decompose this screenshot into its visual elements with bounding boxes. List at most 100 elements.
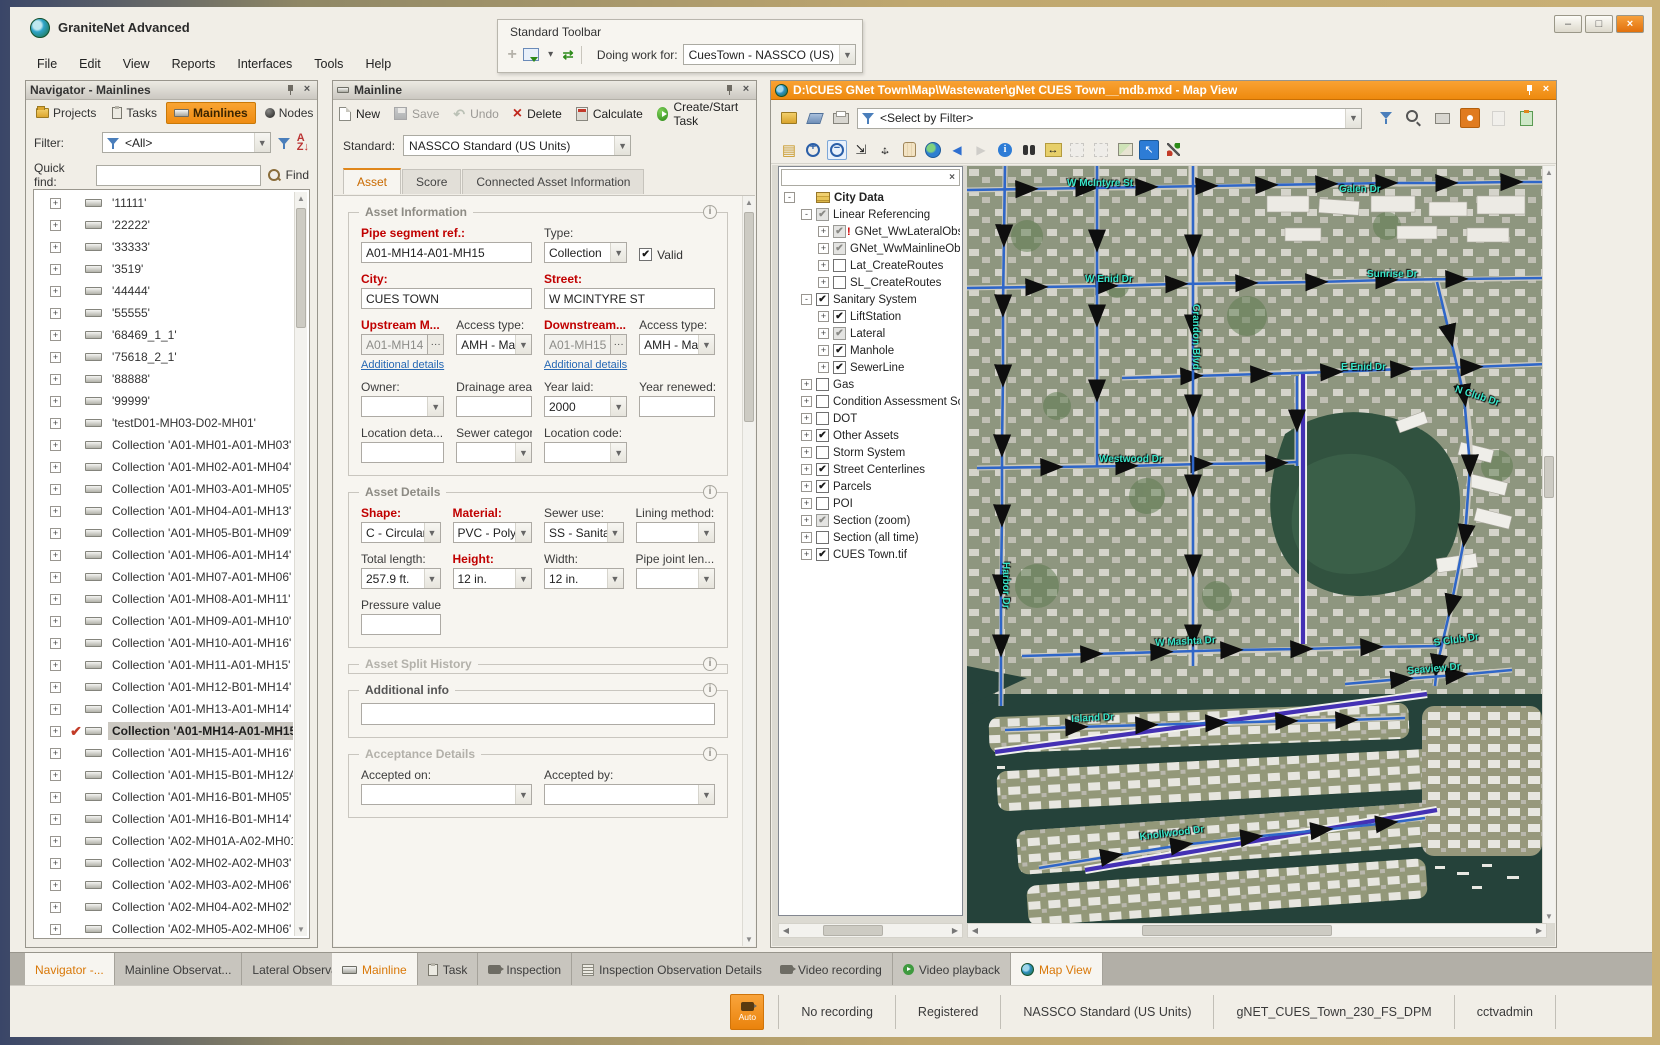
upstream-access-select[interactable]: AMH - Mar▼ (456, 334, 532, 355)
expand-icon[interactable]: + (50, 308, 61, 319)
select-by-filter-combo[interactable]: <Select by Filter> ▼ (857, 108, 1362, 129)
list-item[interactable]: + ✔ '88888' (36, 368, 293, 390)
workspace-icon[interactable] (523, 46, 539, 64)
layer-item[interactable]: + ! DOT (781, 410, 960, 427)
pressure-field[interactable] (361, 614, 441, 635)
layer-checkbox[interactable] (816, 548, 829, 561)
layer-item[interactable]: + ! Section (all time) (781, 529, 960, 546)
list-item[interactable]: + ✔ Collection 'A02-MH02-A02-MH03' (36, 852, 293, 874)
layer-checkbox[interactable] (833, 276, 846, 289)
list-item[interactable]: + ✔ 'testD01-MH03-D02-MH01' (36, 412, 293, 434)
expand-icon[interactable]: + (801, 379, 812, 390)
expand-icon[interactable]: + (50, 770, 61, 781)
bottom-tab[interactable]: Map View (1011, 953, 1102, 986)
expand-icon[interactable]: + (50, 440, 61, 451)
list-item[interactable]: + ✔ '68469_1_1' (36, 324, 293, 346)
expand-icon[interactable]: + (818, 362, 829, 373)
refresh-map-icon[interactable] (805, 108, 825, 128)
list-item[interactable]: + ✔ Collection 'A01-MH16-B01-MH14' (36, 808, 293, 830)
full-extent-icon[interactable] (875, 140, 895, 160)
list-item[interactable]: + ✔ Collection 'A02-MH05-A02-MH06' (36, 918, 293, 936)
downstream-access-select[interactable]: AMH - Mar▼ (639, 334, 715, 355)
navigator-tab[interactable]: Tasks (105, 103, 164, 123)
inspection-view-icon[interactable] (1460, 108, 1480, 128)
layer-item[interactable]: + ! SL_CreateRoutes (781, 274, 960, 291)
layer-checkbox[interactable] (816, 463, 829, 476)
expand-icon[interactable]: + (50, 726, 61, 737)
search-icon[interactable] (267, 168, 280, 182)
forward-icon[interactable] (971, 140, 991, 160)
downstream-field[interactable]: A01-MH15··· (544, 334, 627, 355)
close-button[interactable]: × (1616, 15, 1644, 33)
list-item[interactable]: + ✔ '3519' (36, 258, 293, 280)
expand-icon[interactable]: + (50, 550, 61, 561)
layer-checkbox[interactable] (833, 242, 846, 255)
expand-icon[interactable]: + (50, 506, 61, 517)
layer-item[interactable]: + ! Parcels (781, 478, 960, 495)
expand-icon[interactable]: + (50, 924, 61, 935)
layer-item[interactable]: + ! GNet_WwLateralObser (781, 223, 960, 240)
layer-item[interactable]: - ! Sanitary System (781, 291, 960, 308)
expand-icon[interactable]: + (50, 682, 61, 693)
expand-icon[interactable]: + (801, 481, 812, 492)
navigator-tab[interactable]: Mainlines (166, 102, 256, 124)
type-select[interactable]: Collection▼ (544, 242, 627, 263)
drainage-field[interactable] (456, 396, 532, 417)
layer-item[interactable]: + ! Lateral (781, 325, 960, 342)
expand-icon[interactable]: + (50, 242, 61, 253)
layer-item[interactable]: + ! POI (781, 495, 960, 512)
list-item[interactable]: + ✔ Collection 'A01-MH15-B01-MH12A' (36, 764, 293, 786)
navigator-tab[interactable]: Projects (29, 103, 103, 123)
accepted-on-field[interactable]: ▼ (361, 784, 532, 805)
expand-icon[interactable]: - (801, 209, 812, 220)
layer-checkbox[interactable] (816, 446, 829, 459)
additional-details-link[interactable]: Additional details (361, 359, 444, 371)
location-details-field[interactable] (361, 442, 444, 463)
list-item[interactable]: + ✔ '22222' (36, 214, 293, 236)
expand-icon[interactable]: + (50, 704, 61, 715)
close-icon[interactable]: × (945, 172, 959, 183)
quick-find-input[interactable] (96, 165, 261, 186)
list-item[interactable]: + ✔ '11111' (36, 192, 293, 214)
list-item[interactable]: + ✔ Collection 'A02-MH04-A02-MH02' (36, 896, 293, 918)
filter-select[interactable]: <All> ▼ (102, 132, 271, 153)
layer-checkbox[interactable] (833, 259, 846, 272)
layer-item[interactable]: + ! GNet_WwMainlineObs (781, 240, 960, 257)
expand-icon[interactable]: + (50, 352, 61, 363)
pipe-joint-select[interactable]: ▼ (636, 568, 716, 589)
expand-icon[interactable]: + (818, 277, 829, 288)
expand-icon[interactable]: + (801, 430, 812, 441)
list-item[interactable]: + ✔ Collection 'A01-MH04-A01-MH13' (36, 500, 293, 522)
search-map-icon[interactable] (1404, 108, 1424, 128)
layer-item[interactable]: + ! Street Centerlines (781, 461, 960, 478)
list-item[interactable]: + ✔ '75618_2_1' (36, 346, 293, 368)
menu-item[interactable]: Help (356, 54, 400, 76)
navigator-tab[interactable]: Nodes (258, 103, 321, 123)
tab[interactable]: Connected Asset Information (462, 169, 644, 194)
list-item[interactable]: + ✔ Collection 'A01-MH14-A01-MH15' (36, 720, 293, 742)
print-map-icon[interactable] (831, 108, 851, 128)
info-icon[interactable]: i (703, 747, 717, 761)
expand-icon[interactable]: + (50, 836, 61, 847)
expand-icon[interactable]: + (50, 484, 61, 495)
list-item[interactable]: + ✔ Collection 'A01-MH15-A01-MH16' (36, 742, 293, 764)
toolbar-button[interactable]: Calculate (576, 107, 643, 121)
menu-item[interactable]: Tools (305, 54, 352, 76)
expand-icon[interactable]: + (50, 330, 61, 341)
layer-filter[interactable]: × (781, 169, 960, 186)
expand-icon[interactable]: + (801, 532, 812, 543)
sort-az-button[interactable]: AZ↓ (297, 134, 309, 152)
sync-icon[interactable] (562, 46, 574, 64)
maximize-button[interactable]: □ (1585, 15, 1613, 33)
report-icon[interactable] (1516, 108, 1536, 128)
zoom-selected-icon[interactable] (851, 140, 871, 160)
layer-checkbox[interactable] (816, 208, 829, 221)
list-item[interactable]: + ✔ Collection 'A01-MH02-A01-MH04' (36, 456, 293, 478)
dropdown-caret-icon[interactable] (544, 46, 556, 64)
expand-icon[interactable]: + (50, 572, 61, 583)
info-icon[interactable]: i (703, 205, 717, 219)
additional-details-link[interactable]: Additional details (544, 359, 627, 371)
location-code-select[interactable]: ▼ (544, 442, 627, 463)
expand-icon[interactable]: + (50, 528, 61, 539)
expand-icon[interactable]: + (801, 549, 812, 560)
